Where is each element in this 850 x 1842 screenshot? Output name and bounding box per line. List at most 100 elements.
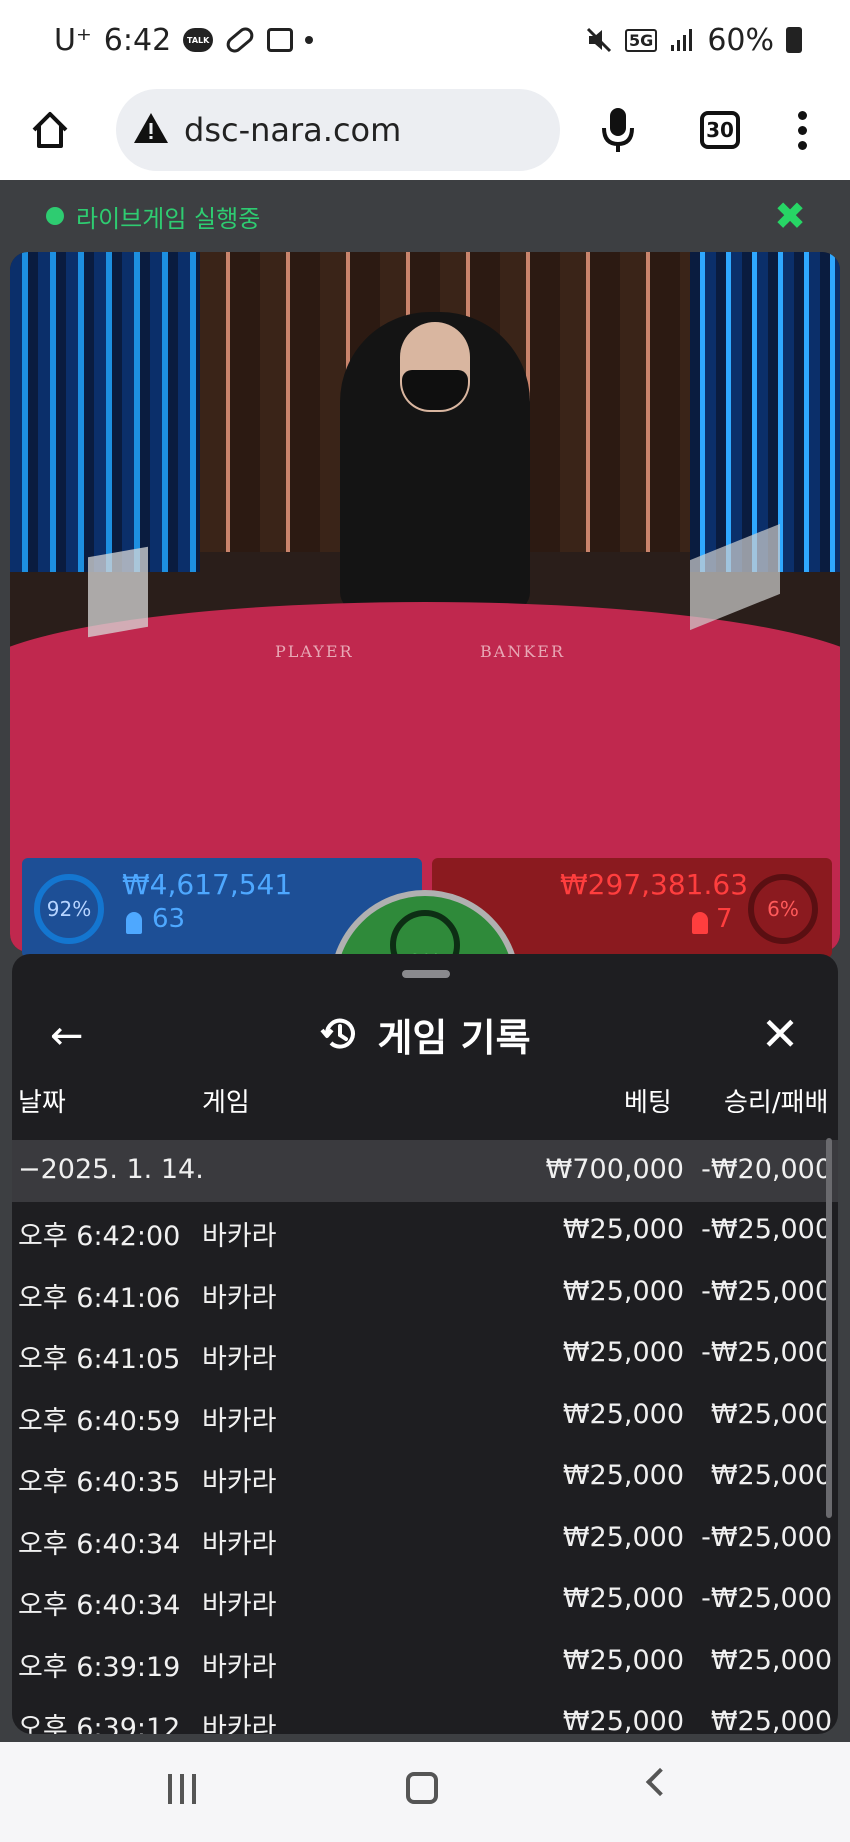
group-date: −2025. 1. 14.	[18, 1154, 204, 1185]
row-time: 오후 6:40:59	[18, 1405, 181, 1437]
row-game: 바카라	[202, 1405, 277, 1437]
history-list: 오후 6:42:00 바카라 ₩25,000 -₩25,000 오후 6:41:06 바카…	[12, 1202, 838, 1734]
table-row: 오후 6:40:35 바카라 ₩25,000 ₩25,000	[12, 1448, 838, 1510]
more-notifications-dot-icon	[305, 36, 314, 44]
row-bet: ₩25,000	[562, 1706, 684, 1734]
table-row: 오후 6:40:34 바카라 ₩25,000 -₩25,000	[12, 1510, 838, 1572]
carrier-label: U⁺	[54, 22, 92, 58]
back-nav-icon[interactable]	[645, 1767, 675, 1797]
live-game-banner: 라이브게임 실행중 ✖	[0, 180, 850, 252]
pill-notification-icon	[223, 24, 257, 56]
row-time: 오후 6:40:35	[18, 1467, 181, 1498]
felt-banker-label: BANKER	[480, 642, 565, 661]
group-result-total: -₩20,000	[701, 1154, 832, 1185]
row-result: -₩25,000	[701, 1275, 832, 1307]
row-result: -₩25,000	[701, 1337, 832, 1368]
system-nav-bar	[0, 1742, 850, 1842]
group-bet-total: ₩700,000	[545, 1154, 684, 1185]
sheet-header: ← 게임 기록 ✕	[12, 984, 838, 1084]
mute-icon	[585, 26, 613, 54]
overflow-menu-icon[interactable]	[796, 110, 808, 150]
row-game: 바카라	[202, 1713, 277, 1734]
recent-apps-icon[interactable]	[168, 1774, 196, 1804]
clock: 6:42	[103, 22, 172, 58]
table-row: 오후 6:39:19 바카라 ₩25,000 ₩25,000	[12, 1633, 838, 1695]
row-time: 오후 6:40:34	[18, 1590, 181, 1621]
row-game: 바카라	[202, 1282, 277, 1314]
page-content: 라이브게임 실행중 ✖ PLAYER BANKER 92% ₩4,617,541…	[0, 180, 850, 1742]
browser-toolbar: dsc-nara.com 30	[0, 80, 850, 180]
status-left: U⁺ 6:42 TALK	[54, 22, 314, 58]
row-time: 오후 6:40:34	[18, 1528, 181, 1560]
player-percent-ring: 92%	[34, 874, 104, 944]
live-game-label: 라이브게임 실행중	[76, 204, 261, 233]
game-history-sheet: ← 게임 기록 ✕ 날짜 게임 베팅 승리/패배 −2025. 1. 14. ₩…	[12, 954, 838, 1734]
row-result: -₩25,000	[701, 1521, 832, 1553]
table-row: 오후 6:40:59 바카라 ₩25,000 ₩25,000	[12, 1387, 838, 1449]
row-bet: ₩25,000	[562, 1275, 684, 1307]
row-time: 오후 6:39:19	[18, 1651, 181, 1683]
banker-amount: ₩297,381.63	[560, 868, 749, 901]
row-game: 바카라	[202, 1590, 277, 1621]
image-notification-icon	[267, 28, 294, 52]
table-row: 오후 6:41:06 바카라 ₩25,000 -₩25,000	[12, 1264, 838, 1326]
row-result: -₩25,000	[701, 1214, 832, 1245]
sheet-title: 게임 기록	[377, 1015, 531, 1060]
talk-notification-icon: TALK	[183, 28, 214, 52]
sheet-drag-handle[interactable]	[402, 970, 450, 978]
network-type: 5G	[625, 28, 658, 52]
row-time: 오후 6:41:05	[18, 1344, 181, 1375]
scrollbar[interactable]	[826, 1138, 832, 1518]
live-video[interactable]: PLAYER BANKER	[10, 252, 840, 952]
table-row: 오후 6:40:34 바카라 ₩25,000 -₩25,000	[12, 1571, 838, 1633]
column-header-date: 날짜	[18, 1088, 66, 1118]
row-result: -₩25,000	[701, 1583, 832, 1614]
row-game: 바카라	[202, 1528, 277, 1560]
row-result: ₩25,000	[710, 1398, 832, 1430]
date-group-row[interactable]: −2025. 1. 14. ₩700,000 -₩20,000	[12, 1140, 838, 1202]
battery-icon	[786, 27, 802, 53]
row-game: 바카라	[202, 1221, 277, 1252]
close-icon[interactable]: ✕	[760, 1011, 800, 1057]
row-result: ₩25,000	[710, 1460, 832, 1491]
row-time: 오후 6:39:12	[18, 1713, 181, 1734]
tab-switcher-button[interactable]: 30	[700, 111, 740, 149]
signal-icon	[669, 27, 695, 53]
player-amount: ₩4,617,541	[122, 868, 293, 901]
video-curtain-right	[690, 252, 840, 572]
felt-player-label: PLAYER	[275, 642, 354, 661]
back-arrow-icon[interactable]: ←	[50, 1016, 90, 1056]
row-game: 바카라	[202, 1467, 277, 1498]
column-header-result: 승리/패배	[724, 1088, 829, 1118]
row-time: 오후 6:41:06	[18, 1282, 181, 1314]
player-count: 63	[152, 904, 186, 934]
row-bet: ₩25,000	[562, 1644, 684, 1676]
banker-percent-ring: 6%	[748, 874, 818, 944]
video-curtain-left	[10, 252, 200, 572]
address-bar[interactable]: dsc-nara.com	[116, 89, 560, 171]
table-row: 오후 6:42:00 바카라 ₩25,000 -₩25,000	[12, 1202, 838, 1264]
home-icon[interactable]	[28, 108, 72, 152]
row-bet: ₩25,000	[562, 1337, 684, 1368]
row-bet: ₩25,000	[562, 1583, 684, 1614]
column-header-game: 게임	[202, 1088, 250, 1118]
banker-count-icon	[692, 912, 708, 934]
card-stack	[88, 546, 148, 638]
row-bet: ₩25,000	[562, 1398, 684, 1430]
row-time: 오후 6:42:00	[18, 1221, 181, 1252]
row-game: 바카라	[202, 1344, 277, 1375]
home-nav-icon[interactable]	[406, 1772, 438, 1804]
live-indicator-icon	[46, 207, 64, 225]
column-header-bet: 베팅	[624, 1088, 672, 1118]
player-count-icon	[126, 912, 142, 934]
warning-icon[interactable]	[132, 111, 170, 149]
row-bet: ₩25,000	[562, 1214, 684, 1245]
row-bet: ₩25,000	[562, 1521, 684, 1553]
row-game: 바카라	[202, 1651, 277, 1683]
table-row: 오후 6:41:05 바카라 ₩25,000 -₩25,000	[12, 1325, 838, 1387]
battery-percent: 60%	[707, 22, 774, 58]
close-live-icon[interactable]: ✖	[772, 197, 808, 235]
url-text[interactable]: dsc-nara.com	[184, 111, 401, 149]
microphone-icon[interactable]	[598, 104, 638, 156]
banker-count: 7	[716, 904, 733, 934]
